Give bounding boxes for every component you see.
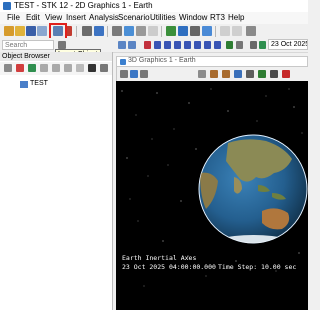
menu-insert[interactable]: Insert xyxy=(66,13,86,22)
main-toolbar xyxy=(0,24,308,38)
slower-icon[interactable] xyxy=(204,41,211,49)
edit-icon[interactable] xyxy=(40,64,48,72)
help-icon[interactable] xyxy=(246,26,256,36)
view-icon[interactable] xyxy=(202,26,212,36)
orthographic-icon[interactable] xyxy=(234,70,242,78)
menu-file[interactable]: File xyxy=(7,13,20,22)
graphics3d-title-bar: 3D Graphics 1 - Earth xyxy=(116,56,308,67)
overlay-time-label: 23 Oct 2025 04:00:00.000 xyxy=(122,263,216,271)
object-browser-panel xyxy=(0,52,113,310)
print-icon[interactable] xyxy=(82,26,92,36)
menu-rt3[interactable]: RT3 xyxy=(210,13,225,22)
measure-icon[interactable] xyxy=(246,70,254,78)
pick-icon[interactable] xyxy=(258,70,266,78)
help-query-icon[interactable] xyxy=(118,41,126,49)
step-forward-icon[interactable] xyxy=(194,41,201,49)
calendar-icon[interactable] xyxy=(250,41,257,49)
title-bar: TEST - STK 12 - 2D Graphics 1 - Earth xyxy=(0,0,308,12)
find-icon[interactable] xyxy=(88,64,96,72)
stk-app-icon xyxy=(3,2,11,10)
check-icon[interactable] xyxy=(28,64,36,72)
step-back-icon[interactable] xyxy=(154,41,161,49)
paste-icon[interactable] xyxy=(148,26,158,36)
redo-icon[interactable] xyxy=(232,26,242,36)
tree-item-scenario[interactable]: TEST xyxy=(30,80,48,87)
graphics3d-viewport[interactable]: Earth Inertial Axes 23 Oct 2025 04:00:00… xyxy=(116,81,308,310)
menu-utilities[interactable]: Utilities xyxy=(150,13,176,22)
menu-analysis[interactable]: Analysis xyxy=(89,13,119,22)
options-icon[interactable] xyxy=(100,64,108,72)
open-folder-icon[interactable] xyxy=(15,26,25,36)
menu-window[interactable]: Window xyxy=(179,13,207,22)
new-scenario-icon[interactable] xyxy=(4,26,14,36)
camera-icon[interactable] xyxy=(190,26,200,36)
search-input[interactable]: Search xyxy=(2,40,54,50)
annotate-icon[interactable] xyxy=(282,70,290,78)
copy-icon[interactable] xyxy=(136,26,146,36)
report-icon[interactable] xyxy=(94,26,104,36)
faster-icon[interactable] xyxy=(214,41,221,49)
graph-icon[interactable] xyxy=(112,26,122,36)
menu-view[interactable]: View xyxy=(45,13,62,22)
earth-globe xyxy=(198,134,308,244)
current-time-icon[interactable] xyxy=(259,41,266,49)
properties-icon[interactable] xyxy=(124,26,134,36)
save-icon[interactable] xyxy=(26,26,36,36)
earth-scene xyxy=(121,88,308,287)
object-browser-title: Object Browser xyxy=(0,52,112,61)
globe-3d-icon[interactable] xyxy=(178,26,188,36)
graphics3d-window-icon xyxy=(120,59,126,65)
cut-icon[interactable] xyxy=(64,64,72,72)
undo-icon[interactable] xyxy=(220,26,230,36)
reset-icon[interactable] xyxy=(144,41,151,49)
scenario-icon xyxy=(20,81,28,88)
realtime-icon[interactable] xyxy=(226,41,233,49)
save-all-icon[interactable] xyxy=(37,26,47,36)
properties-icon[interactable] xyxy=(4,64,12,72)
globe-manager-icon[interactable] xyxy=(198,70,206,78)
overlay-axes-label: Earth Inertial Axes xyxy=(122,254,197,262)
pencil-icon[interactable] xyxy=(270,70,278,78)
play-icon[interactable] xyxy=(184,41,191,49)
insert-icon[interactable] xyxy=(16,64,24,72)
copy-icon[interactable] xyxy=(52,64,60,72)
view-from-to-icon[interactable] xyxy=(130,70,138,78)
menu-bar: File Edit View Insert Analysis Scenario … xyxy=(0,12,308,24)
pause-icon[interactable] xyxy=(174,41,181,49)
view-top-icon[interactable] xyxy=(222,70,230,78)
delete-icon[interactable] xyxy=(76,64,84,72)
search-icon[interactable] xyxy=(58,41,66,49)
globe-2d-icon[interactable] xyxy=(166,26,176,36)
play-reverse-icon[interactable] xyxy=(164,41,171,49)
window-title: TEST - STK 12 - 2D Graphics 1 - Earth xyxy=(14,1,153,10)
zoom-icon[interactable] xyxy=(140,70,148,78)
view-north-icon[interactable] xyxy=(210,70,218,78)
menu-help[interactable]: Help xyxy=(228,13,244,22)
settings-icon[interactable] xyxy=(128,41,136,49)
animation-date-field[interactable]: 23 Oct 2025 xyxy=(268,39,308,50)
menu-edit[interactable]: Edit xyxy=(26,13,40,22)
time-options-icon[interactable] xyxy=(236,41,243,49)
graphics3d-toolbar xyxy=(116,67,308,81)
graphics3d-window-title: 3D Graphics 1 - Earth xyxy=(128,57,196,64)
home-view-icon[interactable] xyxy=(120,70,128,78)
object-browser-toolbar xyxy=(0,62,112,75)
overlay-timestep-label: Time Step: 10.00 sec xyxy=(218,263,297,271)
menu-scenario[interactable]: Scenario xyxy=(118,13,150,22)
